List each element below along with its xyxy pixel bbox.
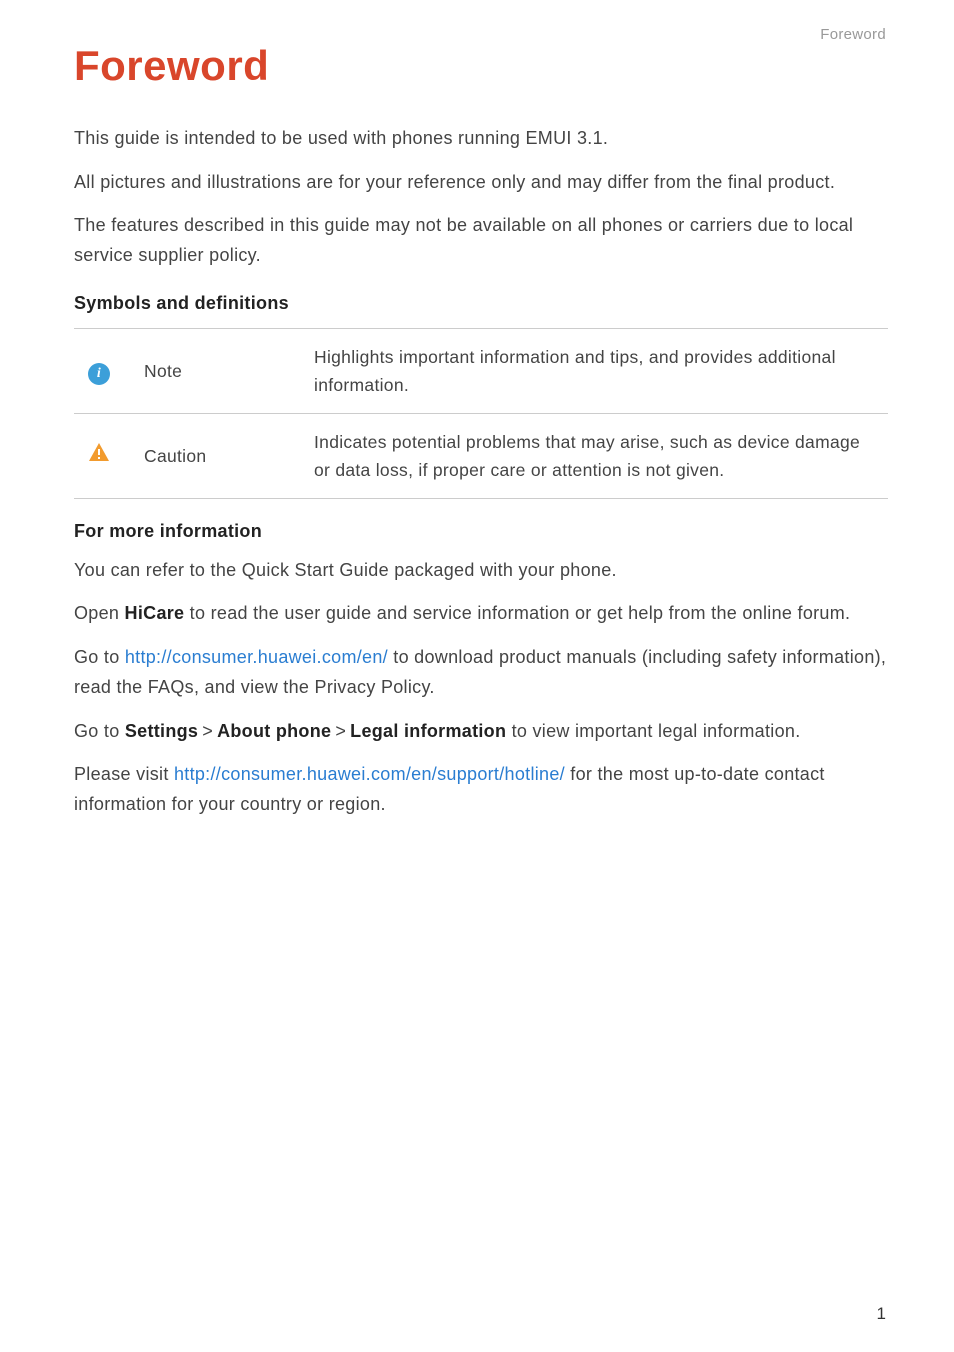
about-phone-label: About phone	[217, 721, 331, 741]
table-row: Caution Indicates potential problems tha…	[74, 413, 888, 498]
intro-paragraph-3: The features described in this guide may…	[74, 211, 888, 270]
caution-icon	[88, 442, 110, 470]
symbols-heading: Symbols and definitions	[74, 293, 888, 314]
info-icon: i	[88, 363, 110, 385]
hotline-link[interactable]: http://consumer.huawei.com/en/support/ho…	[174, 764, 565, 784]
settings-label: Settings	[125, 721, 198, 741]
intro-paragraph-2: All pictures and illustrations are for y…	[74, 168, 888, 198]
more-info-p5: Please visit http://consumer.huawei.com/…	[74, 760, 888, 819]
text-fragment: Go to	[74, 647, 125, 667]
table-row: i Note Highlights important information …	[74, 328, 888, 413]
text-fragment: to view important legal information.	[506, 721, 800, 741]
more-info-p3: Go to http://consumer.huawei.com/en/ to …	[74, 643, 888, 702]
caution-description: Indicates potential problems that may ar…	[304, 413, 888, 498]
text-fragment: to read the user guide and service infor…	[184, 603, 850, 623]
hicare-app-name: HiCare	[125, 603, 185, 623]
breadcrumb-separator: >	[198, 721, 217, 741]
note-description: Highlights important information and tip…	[304, 328, 888, 413]
caution-icon-cell	[74, 413, 134, 498]
text-fragment: Please visit	[74, 764, 174, 784]
consumer-site-link[interactable]: http://consumer.huawei.com/en/	[125, 647, 388, 667]
note-icon-cell: i	[74, 328, 134, 413]
more-info-p1: You can refer to the Quick Start Guide p…	[74, 556, 888, 586]
more-info-p4: Go to Settings>About phone>Legal informa…	[74, 717, 888, 747]
text-fragment: Go to	[74, 721, 125, 741]
symbols-table: i Note Highlights important information …	[74, 328, 888, 499]
legal-info-label: Legal information	[350, 721, 506, 741]
more-info-heading: For more information	[74, 521, 888, 542]
caution-label: Caution	[134, 413, 304, 498]
intro-paragraph-1: This guide is intended to be used with p…	[74, 124, 888, 154]
text-fragment: Open	[74, 603, 125, 623]
page-number: 1	[877, 1304, 886, 1324]
more-info-p2: Open HiCare to read the user guide and s…	[74, 599, 888, 629]
breadcrumb-separator: >	[331, 721, 350, 741]
page-title: Foreword	[74, 42, 888, 90]
note-label: Note	[134, 328, 304, 413]
header-section-label: Foreword	[820, 26, 886, 43]
